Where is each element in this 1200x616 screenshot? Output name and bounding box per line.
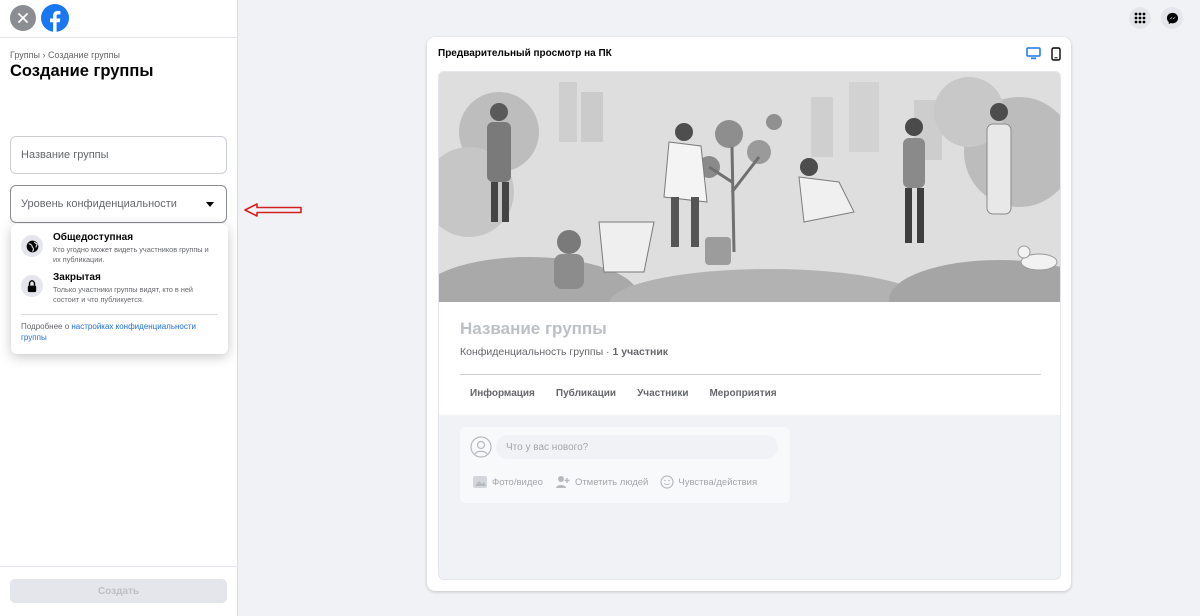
lock-icon	[27, 279, 37, 292]
close-button[interactable]	[10, 5, 36, 31]
create-group-sidebar: Группы › Создание группы Создание группы…	[0, 0, 238, 616]
option-title: Закрытая	[53, 272, 101, 283]
photo-icon	[473, 476, 487, 488]
close-icon	[18, 13, 28, 23]
help-prefix: Подробнее о	[21, 322, 72, 331]
divider	[460, 374, 1041, 375]
group-meta: Конфиденциальность группы · 1 участник	[460, 346, 668, 358]
messenger-button[interactable]	[1161, 7, 1183, 29]
desktop-icon[interactable]	[1026, 47, 1041, 60]
annotation-arrow-icon	[244, 203, 302, 217]
tab-posts[interactable]: Публикации	[556, 388, 616, 399]
cover-illustration	[439, 72, 1060, 302]
divider	[0, 37, 238, 38]
group-name-placeholder: Название группы	[21, 149, 109, 161]
grid-menu-icon	[1134, 12, 1146, 24]
composer-input[interactable]: Что у вас нового?	[496, 435, 778, 459]
member-count: 1 участник	[612, 346, 669, 358]
action-label: Фото/видео	[492, 476, 543, 488]
tag-people-icon	[555, 476, 570, 488]
option-description: Только участники группы видят, кто в ней…	[53, 285, 194, 304]
divider	[0, 566, 238, 567]
group-info: Название группы Конфиденциальность групп…	[439, 302, 1060, 415]
composer-actions: Фото/видео Отметить людей Чувства/действ…	[472, 475, 757, 489]
tab-members[interactable]: Участники	[637, 388, 688, 399]
divider	[21, 314, 218, 315]
group-name-input[interactable]: Название группы	[10, 136, 227, 174]
option-text: Общедоступная Кто угодно может видеть уч…	[53, 232, 213, 265]
tab-events[interactable]: Мероприятия	[709, 388, 776, 399]
sidebar-topbar	[0, 0, 237, 36]
tag-people-button[interactable]: Отметить людей	[555, 475, 648, 489]
privacy-help-text: Подробнее о настройках конфиденциальност…	[21, 321, 221, 343]
globe-icon	[26, 240, 38, 252]
menu-button[interactable]	[1129, 7, 1151, 29]
chevron-down-icon	[206, 202, 214, 207]
preview-title: Предварительный просмотр на ПК	[438, 48, 612, 59]
option-text: Закрытая Только участники группы видят, …	[53, 272, 213, 305]
privacy-text: Конфиденциальность группы ·	[460, 346, 613, 358]
post-composer: Что у вас нового? Фото/видео Отметить лю…	[460, 427, 790, 503]
option-description: Кто угодно может видеть участников групп…	[53, 245, 209, 264]
preview-page: Название группы Конфиденциальность групп…	[438, 71, 1061, 580]
desktop-preview-card: Предварительный просмотр на ПК Название …	[427, 37, 1071, 591]
option-title: Общедоступная	[53, 232, 134, 243]
group-name-preview: Название группы	[460, 319, 607, 338]
privacy-option-public[interactable]: Общедоступная Кто угодно может видеть уч…	[21, 232, 221, 265]
lock-icon-wrap	[21, 275, 43, 297]
facebook-logo[interactable]	[41, 4, 69, 32]
device-toggle	[1026, 47, 1061, 61]
breadcrumb[interactable]: Группы › Создание группы	[10, 50, 120, 60]
tab-info[interactable]: Информация	[470, 388, 535, 399]
globe-icon-wrap	[21, 235, 43, 257]
action-label: Отметить людей	[574, 476, 649, 488]
photo-video-button[interactable]: Фото/видео	[472, 475, 543, 489]
smiley-icon	[660, 475, 674, 489]
create-button[interactable]: Создать	[10, 579, 227, 603]
messenger-icon	[1166, 12, 1178, 24]
action-label: Чувства/действия	[678, 476, 758, 488]
privacy-option-closed[interactable]: Закрытая Только участники группы видят, …	[21, 272, 221, 305]
privacy-select[interactable]: Уровень конфиденциальности	[10, 185, 227, 223]
privacy-placeholder: Уровень конфиденциальности	[21, 198, 177, 210]
feeling-activity-button[interactable]: Чувства/действия	[660, 475, 757, 489]
user-avatar-icon	[470, 436, 492, 458]
privacy-dropdown-menu: Общедоступная Кто угодно может видеть уч…	[11, 224, 228, 354]
mobile-icon[interactable]	[1051, 47, 1061, 61]
group-tabs: Информация Публикации Участники Мероприя…	[460, 388, 777, 399]
page-title: Создание группы	[10, 62, 154, 80]
